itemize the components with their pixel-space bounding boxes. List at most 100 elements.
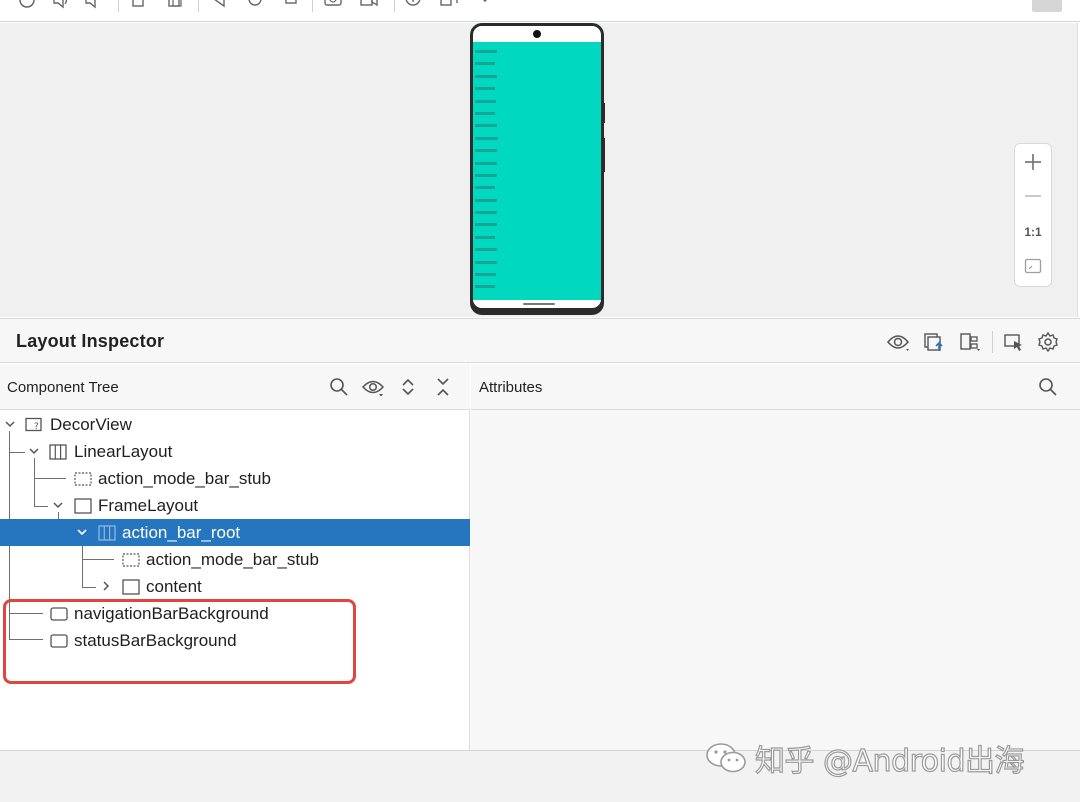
toolbar-divider — [312, 0, 313, 12]
layout-inspector-header: Layout Inspector — [0, 318, 1080, 363]
component-tree-header: Component Tree — [0, 364, 470, 410]
device-list-row — [475, 223, 595, 235]
overview-icon[interactable] — [282, 0, 300, 10]
device-list-row — [475, 235, 595, 248]
frame-layout-icon — [74, 498, 92, 514]
back-icon[interactable] — [210, 0, 228, 10]
tree-node-label: statusBarBackground — [74, 631, 237, 650]
tree-node-label: action_bar_root — [122, 523, 241, 542]
zoom-controls: 1:1 — [1014, 143, 1052, 287]
chevron-down-icon[interactable] — [4, 418, 16, 430]
device-list-row — [475, 198, 595, 211]
tree-node-action-mode-bar-stub[interactable]: action_mode_bar_stub — [0, 465, 470, 492]
view-hierarchy-icon[interactable] — [958, 331, 982, 353]
toolbar-divider — [198, 0, 199, 12]
view-stub-icon — [122, 553, 140, 567]
device-list-row — [475, 136, 595, 149]
select-process-icon[interactable] — [1002, 331, 1026, 353]
tree-node-label: LinearLayout — [74, 442, 173, 461]
tree-node-navigation-bar-background[interactable]: navigationBarBackground — [0, 600, 470, 627]
tree-node-status-bar-background[interactable]: statusBarBackground — [0, 627, 470, 654]
view-icon — [50, 607, 68, 621]
filter-visibility-icon[interactable] — [362, 376, 384, 398]
device-screen[interactable] — [473, 26, 601, 308]
device-mirror-icon[interactable] — [440, 0, 458, 10]
top-toolbar — [0, 0, 1080, 22]
device-list-row — [475, 285, 595, 297]
device-list-row — [475, 50, 595, 62]
device-list-row — [475, 111, 595, 124]
toolbar-divider — [394, 0, 395, 12]
linear-layout-icon — [98, 525, 116, 541]
toolbar-mode-icon[interactable] — [1032, 0, 1062, 12]
device-status-bar — [473, 26, 601, 42]
more-icon[interactable] — [476, 0, 494, 10]
tree-node-decorview[interactable]: ? DecorView — [0, 411, 470, 438]
chevron-down-icon[interactable] — [52, 499, 64, 511]
tree-node-label: navigationBarBackground — [74, 604, 269, 623]
zoom-to-fit-button[interactable] — [1015, 250, 1051, 282]
watermark-text: 知乎 @Android出海 — [754, 743, 1025, 779]
device-side-button — [603, 103, 605, 123]
collapse-all-icon[interactable] — [432, 376, 454, 398]
home-icon[interactable] — [246, 0, 264, 10]
device-list-row — [475, 161, 595, 174]
expand-all-icon[interactable] — [397, 376, 419, 398]
unknown-view-icon: ? — [25, 417, 42, 432]
visibility-icon[interactable] — [886, 331, 910, 353]
component-tree-title: Component Tree — [7, 379, 119, 396]
frame-layout-icon — [122, 579, 140, 595]
minus-icon — [1025, 195, 1041, 197]
volume-up-icon[interactable] — [52, 0, 70, 10]
linear-layout-icon — [49, 444, 67, 460]
tree-node-linearlayout[interactable]: LinearLayout — [0, 438, 470, 465]
device-list-row — [475, 173, 595, 186]
zoom-actual-size-button[interactable]: 1:1 — [1015, 216, 1051, 248]
rotate-right-icon[interactable] — [166, 0, 184, 10]
device-list-row — [475, 87, 595, 99]
tree-node-framelayout[interactable]: FrameLayout — [0, 492, 470, 519]
zoom-actual-size-label: 1:1 — [1024, 225, 1042, 239]
screen-record-icon[interactable] — [360, 0, 378, 10]
chevron-down-icon[interactable] — [76, 526, 88, 538]
device-list-row — [475, 273, 595, 285]
camera-cutout — [533, 30, 541, 38]
chevron-down-icon[interactable] — [28, 445, 40, 457]
device-viewport[interactable]: 1:1 — [0, 23, 1078, 317]
settings-gear-icon[interactable] — [1036, 331, 1060, 353]
device-navigation-bar — [473, 300, 601, 308]
search-icon[interactable] — [1037, 376, 1059, 398]
tree-node-label: FrameLayout — [98, 496, 199, 515]
power-icon[interactable] — [18, 0, 36, 10]
chevron-right-icon[interactable] — [100, 580, 112, 592]
header-divider — [992, 331, 993, 353]
watermark: 知乎 @Android出海 — [705, 740, 1025, 780]
zoom-out-button[interactable] — [1015, 180, 1051, 212]
tree-node-action-mode-bar-stub[interactable]: action_mode_bar_stub — [0, 546, 470, 573]
tree-node-action-bar-root[interactable]: action_bar_root — [0, 519, 470, 546]
gesture-pill — [523, 303, 555, 305]
device-content-list — [475, 50, 595, 298]
view-stub-icon — [74, 472, 92, 486]
tree-node-label: action_mode_bar_stub — [146, 550, 319, 569]
screenshot-icon[interactable] — [324, 0, 342, 10]
info-icon[interactable] — [404, 0, 422, 10]
device-list-row — [475, 248, 595, 260]
device-list-row — [475, 211, 595, 223]
tree-node-content[interactable]: content — [0, 573, 470, 600]
device-side-button — [603, 138, 605, 172]
toolbar-divider — [118, 0, 119, 12]
device-list-row — [475, 124, 595, 136]
device-list-row — [475, 99, 595, 112]
device-frame — [470, 23, 605, 315]
device-list-row — [475, 149, 595, 161]
zoom-in-button[interactable] — [1015, 146, 1051, 178]
snapshot-export-icon[interactable] — [922, 331, 946, 353]
rotate-left-icon[interactable] — [130, 0, 148, 10]
attributes-title: Attributes — [479, 379, 543, 396]
volume-down-icon[interactable] — [84, 0, 102, 10]
search-icon[interactable] — [328, 376, 350, 398]
plus-icon — [1025, 154, 1041, 170]
tree-node-label: content — [146, 577, 202, 596]
device-list-row — [475, 74, 595, 87]
